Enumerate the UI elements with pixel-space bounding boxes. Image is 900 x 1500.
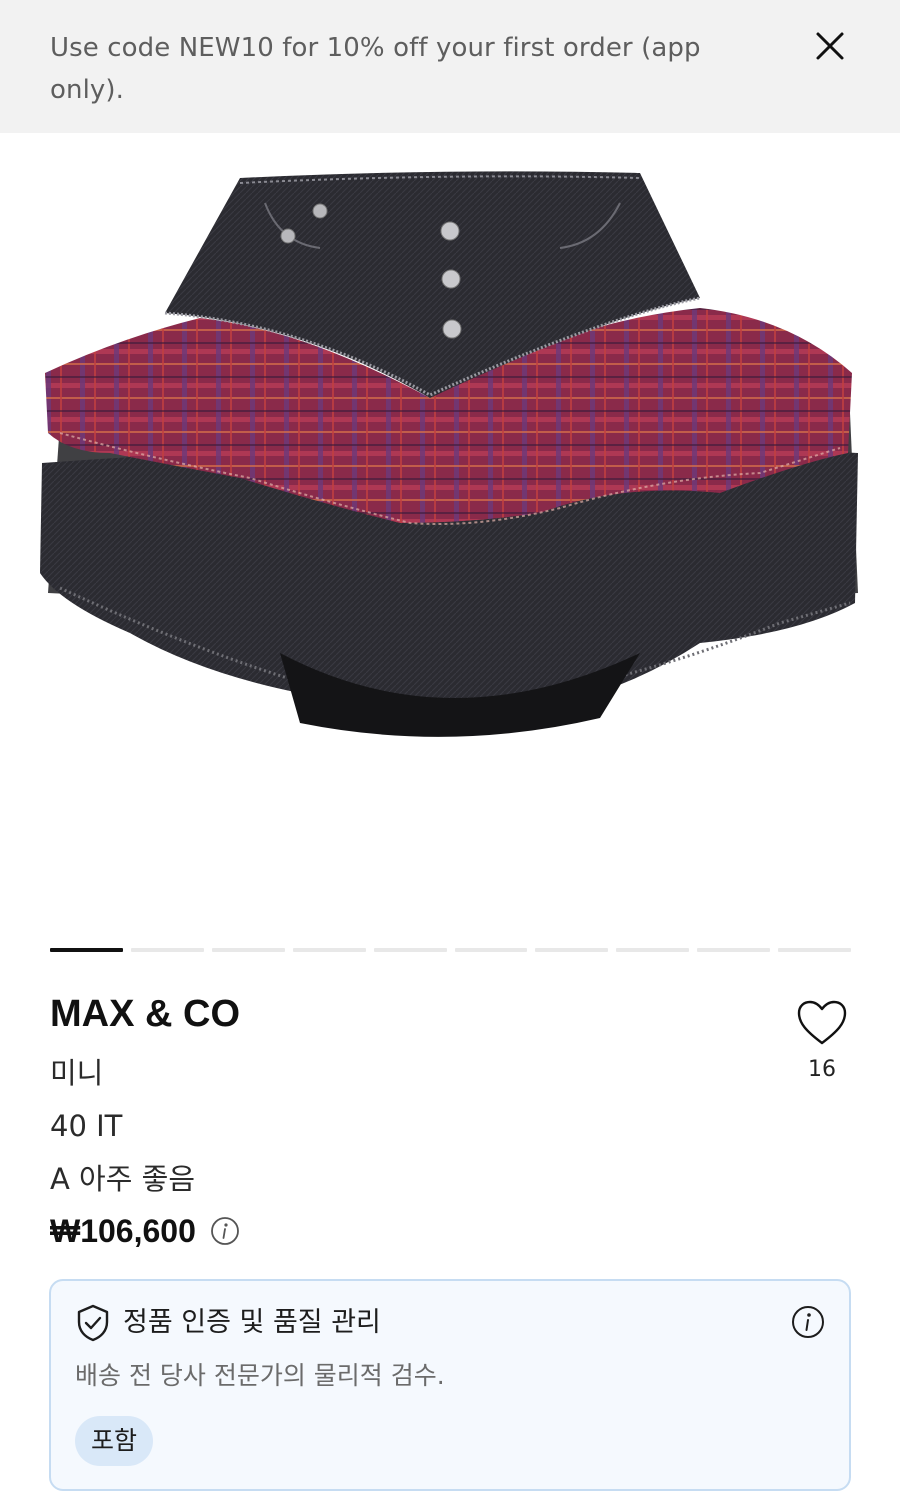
product-condition: A 아주 좋음 bbox=[50, 1162, 195, 1196]
favorite-count: 16 bbox=[808, 1057, 836, 1082]
pager-dot[interactable] bbox=[535, 948, 609, 952]
image-pager[interactable] bbox=[50, 948, 852, 952]
heart-icon bbox=[797, 1000, 847, 1045]
favorite-button[interactable] bbox=[792, 996, 852, 1050]
info-icon bbox=[210, 1217, 239, 1245]
auth-title-row: 정품 인증 및 품질 관리 bbox=[75, 1303, 381, 1343]
product-image[interactable] bbox=[0, 133, 900, 928]
pager-dot[interactable] bbox=[292, 948, 366, 952]
auth-info-button[interactable] bbox=[791, 1305, 825, 1339]
price-info-button[interactable] bbox=[210, 1216, 240, 1246]
pager-dot[interactable] bbox=[130, 948, 204, 952]
pager-dot[interactable] bbox=[373, 948, 447, 952]
product-brand[interactable]: MAX & CO bbox=[50, 990, 240, 1038]
pager-dot[interactable] bbox=[697, 948, 771, 952]
product-price: ₩106,600 bbox=[50, 1213, 196, 1249]
close-banner-button[interactable] bbox=[806, 22, 854, 70]
product-size: 40 IT bbox=[50, 1109, 123, 1143]
auth-title: 정품 인증 및 품질 관리 bbox=[123, 1307, 381, 1338]
auth-description: 배송 전 당사 전문가의 물리적 검수. bbox=[75, 1361, 445, 1390]
pager-dot[interactable] bbox=[211, 948, 285, 952]
info-icon bbox=[792, 1306, 824, 1338]
authentication-card[interactable]: 정품 인증 및 품질 관리 배송 전 당사 전문가의 물리적 검수. 포함 bbox=[49, 1279, 851, 1491]
pager-dot[interactable] bbox=[50, 948, 123, 952]
pager-dot[interactable] bbox=[616, 948, 690, 952]
close-icon bbox=[816, 32, 844, 60]
shield-check-icon bbox=[77, 1304, 109, 1342]
favorite-group: 16 bbox=[790, 996, 854, 1084]
pager-dot[interactable] bbox=[454, 948, 528, 952]
promo-text: Use code NEW10 for 10% off your first or… bbox=[50, 33, 701, 105]
product-category: 미니 bbox=[50, 1056, 104, 1090]
price-row: ₩106,600 bbox=[50, 1208, 240, 1254]
pager-dot[interactable] bbox=[778, 948, 852, 952]
included-badge: 포함 bbox=[75, 1416, 154, 1466]
promo-banner: Use code NEW10 for 10% off your first or… bbox=[0, 0, 900, 133]
